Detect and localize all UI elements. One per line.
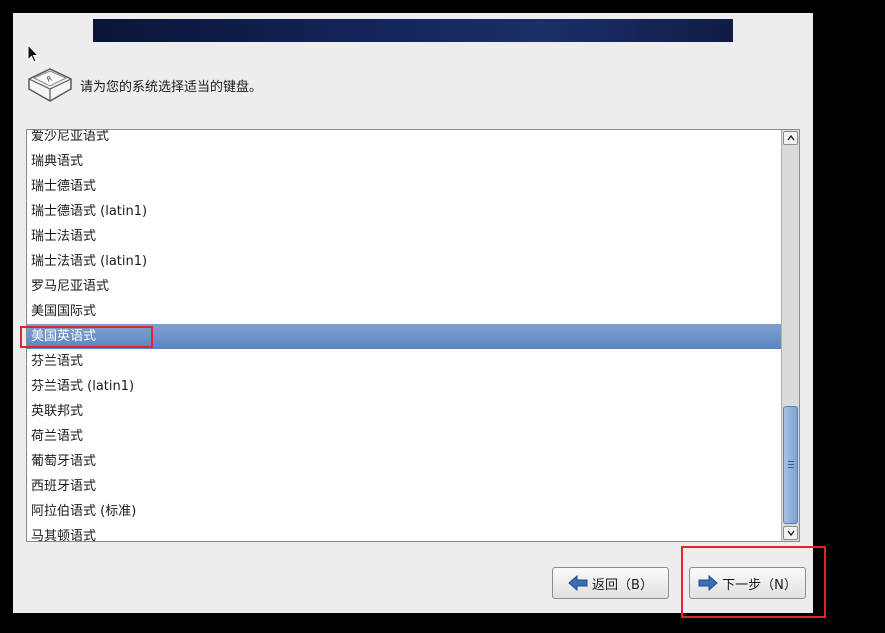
list-item[interactable]: 荷兰语式 [27, 424, 782, 449]
arrow-left-icon [568, 575, 588, 591]
header: R 请为您的系统选择适当的键盘。 [26, 65, 262, 105]
keyboard-prompt: 请为您的系统选择适当的键盘。 [80, 79, 263, 95]
list-item[interactable]: 英联邦式 [27, 399, 782, 424]
scroll-up-button[interactable] [783, 131, 798, 145]
list-item[interactable]: 西班牙语式 [27, 474, 782, 499]
back-button-label: 返回（B） [592, 577, 653, 593]
keyboard-key-icon: R [28, 68, 72, 102]
chevron-down-icon [787, 530, 795, 536]
highlight-box-next-button [681, 546, 826, 618]
vertical-scrollbar[interactable] [781, 130, 799, 541]
list-item[interactable]: 美国国际式 [27, 299, 782, 324]
chevron-up-icon [787, 135, 795, 141]
list-item[interactable]: 爱沙尼亚语式 [27, 130, 782, 149]
list-item[interactable]: 葡萄牙语式 [27, 449, 782, 474]
list-item[interactable]: 芬兰语式 [27, 349, 782, 374]
list-item[interactable]: 芬兰语式 (latin1) [27, 374, 782, 399]
grip-icon [788, 461, 794, 470]
scrollbar-thumb[interactable] [783, 406, 798, 524]
list-item[interactable]: 瑞士法语式 (latin1) [27, 249, 782, 274]
list-item[interactable]: 瑞士德语式 (latin1) [27, 199, 782, 224]
highlight-box-selected-item [20, 326, 153, 348]
list-item[interactable]: 瑞士德语式 [27, 174, 782, 199]
list-item[interactable]: 马其顿语式 [27, 524, 782, 541]
list-item[interactable]: 瑞典语式 [27, 149, 782, 174]
back-button[interactable]: 返回（B） [552, 567, 669, 599]
list-item[interactable]: 罗马尼亚语式 [27, 274, 782, 299]
list-item[interactable]: 阿拉伯语式 (标准) [27, 499, 782, 524]
scroll-down-button[interactable] [783, 526, 798, 540]
list-item[interactable]: 瑞士法语式 [27, 224, 782, 249]
